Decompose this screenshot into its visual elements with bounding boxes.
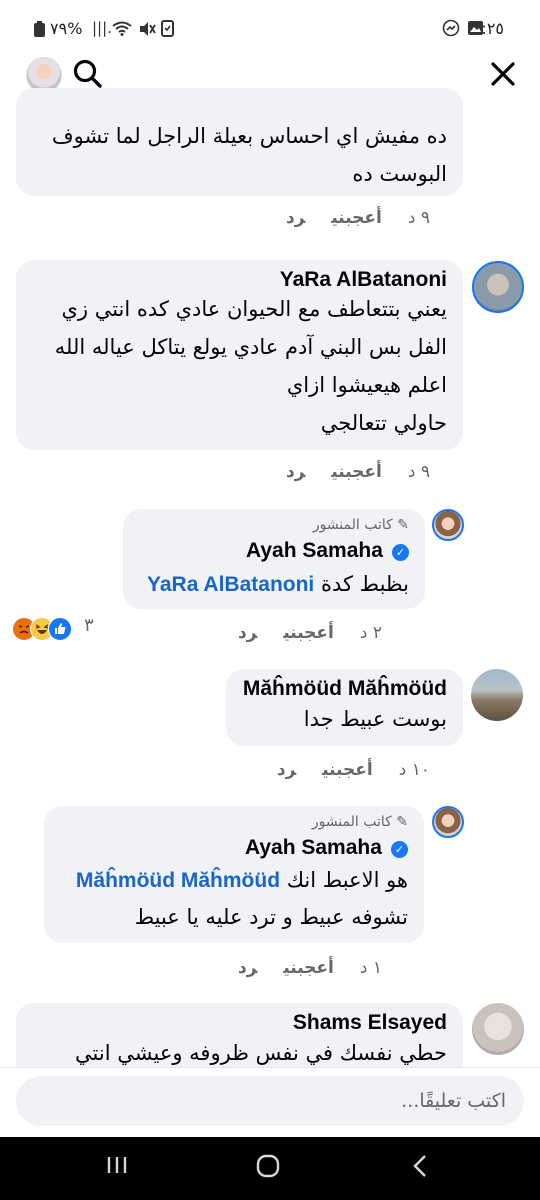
commenter-name[interactable]: YaRa AlBatanoni: [32, 268, 447, 292]
comment-bubble: ✎ كاتب المنشور ✓ Ayah Samaha هو الاعبط ا…: [44, 806, 424, 943]
status-bar: ٠:٢٥ %٧٩ |||.: [0, 0, 540, 58]
system-nav-bar: [0, 1137, 540, 1200]
comment-time: ٢ د: [359, 623, 382, 643]
comment-line: تشوفه عبيط و ترد عليه يا عبيط: [134, 905, 408, 929]
like-button[interactable]: أعجبني: [283, 623, 334, 643]
commenter-name[interactable]: Ayah Samaha: [245, 836, 382, 859]
user-avatar[interactable]: [471, 669, 523, 721]
comment-bubble: Măĥmöüd Măĥmöüd بوست عبيط جدا: [226, 669, 463, 746]
like-button[interactable]: أعجبني: [331, 208, 382, 228]
comment-text: ده مفيش اي احساس بعيلة الراجل لما تشوف ا…: [32, 117, 447, 193]
verified-badge-icon: ✓: [392, 544, 409, 561]
comment-line: حاولي تتعالجي: [320, 411, 447, 435]
pen-icon: ✎: [397, 517, 409, 533]
comment-text-body: هو الاعبط انك: [286, 868, 408, 892]
alarm-icon: [161, 20, 174, 41]
wifi-icon: [112, 21, 132, 40]
gallery-icon: [467, 20, 484, 40]
reply-button[interactable]: رد: [286, 462, 305, 482]
comment-line: يعني بتتعاطف مع الحيوان عادي كده انتي زي: [61, 297, 447, 321]
battery-icon: [34, 21, 45, 41]
user-avatar[interactable]: [432, 509, 464, 541]
like-button[interactable]: أعجبني: [322, 760, 373, 780]
battery-level: %٧٩: [50, 19, 83, 38]
comment-time: ١ د: [359, 958, 382, 978]
reply-button[interactable]: رد: [238, 958, 257, 978]
reply-button[interactable]: رد: [238, 623, 257, 643]
comment-actions: ٩ د أعجبني رد: [260, 208, 430, 228]
comment-text: يعني بتتعاطف مع الحيوان عادي كده انتي زي…: [32, 290, 447, 442]
commenter-name[interactable]: Shams Elsayed: [32, 1011, 447, 1035]
comment-bubble: ده مفيش اي احساس بعيلة الراجل لما تشوف ا…: [16, 88, 463, 196]
commenter-name[interactable]: Măĥmöüd Măĥmöüd: [242, 677, 447, 701]
pen-icon: ✎: [396, 814, 408, 830]
reaction-count: ٣: [84, 615, 94, 636]
author-badge-label: كاتب المنشور: [311, 814, 392, 830]
close-icon[interactable]: [489, 60, 517, 92]
home-icon[interactable]: [256, 1154, 280, 1182]
user-avatar[interactable]: [432, 806, 464, 838]
comment-text: بوست عبيط جدا: [303, 707, 447, 731]
user-avatar[interactable]: [472, 1003, 524, 1055]
commenter-row: ✓ Ayah Samaha: [60, 836, 408, 860]
reply-button[interactable]: رد: [286, 208, 305, 228]
author-badge: ✎ كاتب المنشور: [139, 517, 409, 533]
comment-time: ١٠ د: [398, 760, 430, 780]
comment-time: ٩ د: [407, 208, 430, 228]
mute-icon: [138, 21, 156, 41]
comment-text: حطي نفسك في نفس ظروفه وعيشي انتي: [75, 1041, 447, 1065]
comment-bubble: ✎ كاتب المنشور ✓ Ayah Samaha بظبط كدة Ya…: [123, 509, 425, 609]
commenter-row: ✓ Ayah Samaha: [139, 539, 409, 563]
like-button[interactable]: أعجبني: [331, 462, 382, 482]
back-icon[interactable]: [410, 1154, 430, 1182]
comment-text: هو الاعبط انك Măĥmöüd Măĥmöüd تشوفه عبيط…: [60, 862, 408, 935]
comment-actions: ١٠ د أعجبني رد: [251, 760, 430, 780]
comment-line: ده مفيش اي احساس بعيلة الراجل لما تشوف: [51, 124, 447, 148]
author-badge-label: كاتب المنشور: [312, 517, 393, 533]
messenger-icon: [442, 19, 460, 41]
comment-actions: ٩ د أعجبني رد: [260, 462, 430, 482]
comment-text: بظبط كدة YaRa AlBatanoni: [139, 567, 409, 602]
author-badge: ✎ كاتب المنشور: [60, 814, 408, 830]
comment-actions: ١ د أعجبني رد: [212, 958, 382, 978]
comment-input[interactable]: اكتب تعليقًا...: [16, 1076, 524, 1126]
commenter-name[interactable]: Ayah Samaha: [246, 539, 383, 562]
mention-link[interactable]: Măĥmöüd Măĥmöüd: [76, 869, 280, 892]
comment-bubble: YaRa AlBatanoni يعني بتتعاطف مع الحيوان …: [16, 260, 463, 450]
signal-icon: |||.: [92, 19, 112, 37]
user-avatar[interactable]: [472, 261, 524, 313]
comment-line: الفل بس البني آدم عادي يولع يتاكل عياله …: [54, 335, 447, 359]
reply-button[interactable]: رد: [277, 760, 296, 780]
recent-apps-icon[interactable]: [106, 1153, 128, 1183]
reaction-summary[interactable]: ٣: [12, 615, 122, 641]
like-button[interactable]: أعجبني: [283, 958, 334, 978]
verified-badge-icon: ✓: [391, 841, 408, 858]
like-reaction-icon: [48, 617, 72, 641]
comment-actions: ٢ د أعجبني رد: [212, 623, 382, 643]
comment-line: اعلم هيعيشوا ازاي: [286, 373, 447, 397]
comment-time: ٩ د: [407, 462, 430, 482]
mention-link[interactable]: YaRa AlBatanoni: [147, 573, 314, 596]
comment-line: البوست ده: [352, 162, 447, 186]
comment-line: هو الاعبط انك Măĥmöüd Măĥmöüd: [60, 862, 408, 899]
comment-text-body: بظبط كدة: [320, 572, 409, 596]
